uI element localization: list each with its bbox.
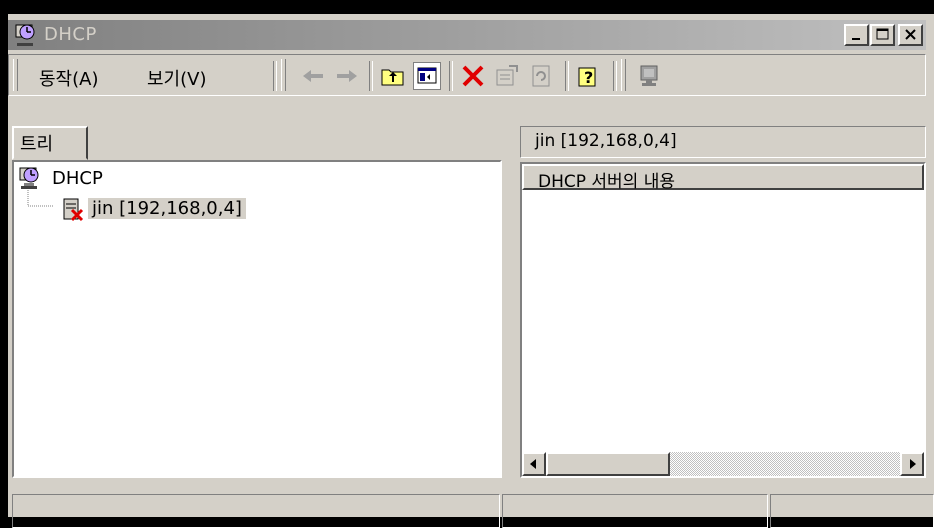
delete-icon[interactable] [459,62,487,90]
svg-text:?: ? [584,68,593,87]
dhcp-window: DHCP 동작(A) 보기(V) ? 트리 DHCP jin [192,168,… [0,14,934,528]
help-icon[interactable]: ? [575,62,603,90]
server-node-icon [60,196,86,222]
result-pane-title-text: jin [192,168,0,4] [535,131,677,151]
result-pane-title: jin [192,168,0,4] [520,126,926,158]
toolbar-grip[interactable] [621,59,626,91]
status-bar-pane-2 [502,494,768,528]
properties-icon[interactable] [493,62,521,90]
minimize-button[interactable] [844,24,869,46]
status-bar-pane-3 [770,494,934,528]
scrollbar-thumb[interactable] [546,452,670,476]
tree-node-dhcp[interactable]: DHCP [52,168,103,189]
toolbar-separator [449,61,453,91]
column-header-label: DHCP 서버의 내용 [538,172,676,192]
tab-tree-label: 트리 [20,134,54,155]
close-button[interactable] [898,24,923,46]
up-folder-icon[interactable] [379,62,407,90]
dhcp-root-icon [18,166,44,190]
window-title: DHCP [44,24,97,45]
menu-view[interactable]: 보기(V) [147,65,206,91]
menu-action[interactable]: 동작(A) [39,65,98,91]
scroll-right-button[interactable] [900,452,924,476]
toolbar-separator [369,61,373,91]
toolbar: 동작(A) 보기(V) ? [8,54,926,96]
back-arrow-icon[interactable] [299,62,327,90]
title-bar[interactable]: DHCP [8,20,926,50]
toolbar-grip[interactable] [281,59,286,91]
dhcp-app-icon [14,23,40,47]
horizontal-scrollbar[interactable] [522,452,924,476]
server-icon[interactable] [635,62,663,90]
column-header[interactable]: DHCP 서버의 내용 [522,164,924,192]
tree-connector-line [27,190,54,207]
maximize-button[interactable] [870,24,895,46]
toolbar-grip[interactable] [13,59,18,91]
status-bar-pane-1 [12,494,500,528]
tree-node-server[interactable]: jin [192,168,0,4] [88,198,246,219]
result-pane[interactable]: DHCP 서버의 내용 [520,162,926,478]
show-hide-tree-icon[interactable] [413,62,441,90]
tree-panel[interactable]: DHCP jin [192,168,0,4] [12,160,502,478]
forward-arrow-icon[interactable] [333,62,361,90]
refresh-icon[interactable] [527,62,555,90]
tab-tree[interactable]: 트리 [12,126,88,160]
toolbar-separator [273,61,277,91]
toolbar-separator [613,61,617,91]
scroll-left-button[interactable] [522,452,546,476]
toolbar-separator [565,61,569,91]
